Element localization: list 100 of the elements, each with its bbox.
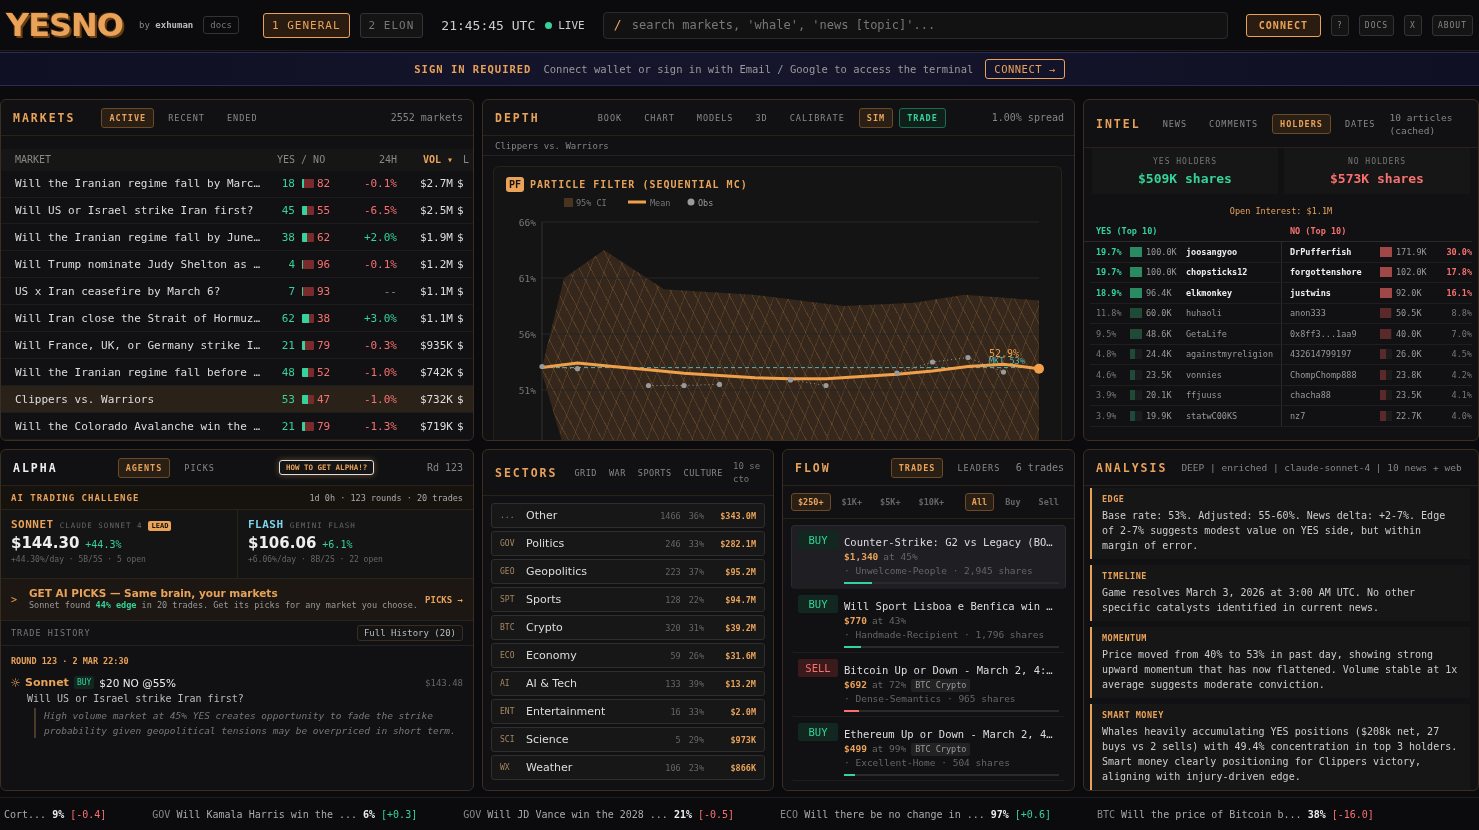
sector-row[interactable]: WX Weather 106 23% $866K [491,755,765,780]
sector-code: BTC [500,623,516,632]
market-row[interactable]: Clippers vs. Warriors 53 47 -1.0% $732K $ [1,386,473,414]
header-button[interactable]: X [1404,14,1422,36]
sector-share: 31% [688,622,704,633]
full-history-button[interactable]: Full History (20) [356,625,463,641]
ticker-price: 6% [363,808,376,820]
ticker-price: 38% [1307,808,1326,820]
sector-row[interactable]: ECO Economy 59 26% $31.6M [491,643,765,668]
column-header[interactable]: YES / NO [277,154,339,166]
market-name: Will the Iranian regime fall by Marc… [15,177,262,190]
holder-amount: 100.0K [1146,246,1178,257]
market-row[interactable]: Will the Iranian regime fall by Marc… 18 82 -0.1% $2.7M $ [1,170,473,198]
tab[interactable]: NEWS [1154,113,1196,134]
ticker-code: GOV [463,808,482,820]
ticker-market[interactable]: Will the price of Bitcoin b... [1121,808,1302,820]
holder-name: vonnies [1186,369,1223,380]
picks-link[interactable]: PICKS → [425,594,463,605]
sector-row[interactable]: GOV Politics 246 33% $282.1M [491,531,765,556]
tab[interactable]: PICKS [176,457,223,478]
trade-card[interactable]: BUY Ethereum Up or Down - March 2, 4… $499 at 99% BTC Crypto · Excellent-Home · 504 shares [791,717,1066,781]
market-name: Will the Iranian regime fall before … [15,365,262,379]
sector-row[interactable]: ENT Entertainment 16 33% $2.0M [491,699,765,724]
market-name: Clippers vs. Warriors [15,392,156,406]
market-row[interactable]: US x Iran ceasefire by March 6? 7 93 -- $1.1M $ [1,278,473,306]
trade-button[interactable]: TRADE [899,107,946,128]
tab[interactable]: 3D [747,107,776,128]
tab[interactable]: HOLDERS [1272,113,1331,134]
trade-card[interactable]: SELL Bitcoin Up or Down - March 2, 4:… $692 at 72% BTC Crypto · Dense-Semantics · 965 shares [791,653,1066,717]
sector-row[interactable]: BTC Crypto 320 31% $39.2M [491,615,765,640]
docs-link[interactable]: docs [203,16,239,34]
tab[interactable]: CULTURE [680,462,726,483]
holder-name: statwC00KS [1186,410,1239,421]
trade-card[interactable]: BUY Counter-Strike: G2 vs Legacy (BO… $1,340 at 45% · Unwelcome-People · 2,945 shares [791,525,1066,589]
header-button[interactable]: ? [1331,14,1349,36]
market-row[interactable]: Will France, UK, or Germany strike I… 21 79 -0.3% $935K $ [1,332,473,360]
header-button[interactable]: DOCS [1358,14,1395,36]
sector-row[interactable]: SPT Sports 128 22% $94.7M [491,587,765,612]
market-row[interactable]: Will the Iranian regime fall by June… 38 62 +2.0% $1.9M $ [1,224,473,252]
holder-share: 4.6% [1096,369,1118,380]
sector-row[interactable]: AI AI & Tech 133 39% $13.2M [491,671,765,696]
connect-button[interactable]: CONNECT → [985,59,1065,79]
no-price: 79 [317,419,332,433]
ticker-market[interactable]: Cort... [4,808,47,820]
sector-share: 22% [688,594,704,605]
column-header[interactable]: MARKET [15,154,277,166]
workspace-tab[interactable]: 2 ELON [359,12,424,38]
market-row[interactable]: Will Trump nominate Judy Shelton as … 4 96 -0.1% $1.2M $ [1,251,473,279]
header-button[interactable]: ABOUT [1431,14,1473,36]
tab[interactable]: LEADERS [949,457,1009,478]
connect-button[interactable]: CONNECT [1245,13,1321,37]
open-interest: Open Interest: $1.1M [1228,206,1334,216]
ticker-market[interactable]: Will there be no change in ... [804,808,985,820]
tab[interactable]: AGENTS [117,457,171,478]
sector-row[interactable]: ... Other 1466 36% $343.0M [491,503,765,528]
ticker-market[interactable]: Will Kamala Harris win the ... [176,808,357,820]
trade-title: Bitcoin Up or Down - March 2, 4:… [844,664,1053,676]
sector-row[interactable]: SCI Science 5 29% $973K [491,727,765,752]
market-row[interactable]: Will US or Israel strike Iran first? 45 55 -6.5% $2.5M $ [1,197,473,225]
observation-point [645,382,652,389]
tab[interactable]: CALIBRATE [781,107,853,128]
size-filter[interactable]: $250+ [791,493,831,511]
column-header[interactable]: L [457,154,473,166]
tab[interactable]: RECENT [160,107,213,128]
tab[interactable]: CHART [636,107,683,128]
holder-share: 4.0% [1450,410,1472,421]
ticker-market[interactable]: Will JD Vance win the 2028 ... [487,808,668,820]
trade-details: · Excellent-Home · 504 shares [844,756,1010,770]
yes-price: 62 [280,311,296,325]
yes-price: 45 [280,203,296,217]
sector-name: Other [526,509,559,522]
tab[interactable]: WAR [605,462,629,483]
holder-name: joosangyoo [1186,246,1239,257]
no-price: 62 [317,230,332,244]
table-cell-text: $ [457,338,465,352]
tab[interactable]: SIM [858,107,894,128]
tab[interactable]: COMMENTS [1201,113,1267,134]
side-filter[interactable]: All [964,493,995,511]
market-name: Will Trump nominate Judy Shelton as … [15,257,262,271]
tab[interactable]: ACTIVE [101,107,155,128]
sector-row[interactable]: GEO Geopolitics 223 37% $95.2M [491,559,765,584]
tab[interactable]: SPORTS [634,462,675,483]
tab[interactable]: MODELS [688,107,742,128]
tab[interactable]: BOOK [589,107,631,128]
section-heading: SMART MONEY [1102,710,1165,720]
column-header[interactable]: 24H [339,154,401,166]
workspace-tab[interactable]: 1 GENERAL [262,12,350,38]
market-row[interactable]: Will the Colorado Avalanche win the … 21 79 -1.3% $719K $ [1,413,473,440]
tab[interactable]: DATES [1336,113,1384,134]
ticker-change: [+0.6] [1014,808,1051,820]
side-badge: BUY [798,723,838,741]
tab[interactable]: GRID [571,462,600,483]
holder-amount: 23.5K [1146,369,1173,380]
trade-card[interactable]: BUY Will Sport Lisboa e Benfica win … $770 at 43% · Handmade-Recipient · 1,796 shares [791,589,1066,653]
column-header[interactable]: VOL ▾ [401,154,457,166]
tab[interactable]: ENDED [218,107,266,128]
market-row[interactable]: Will Iran close the Strait of Hormuz… 62 38 +3.0% $1.1M $ [1,305,473,333]
sector-count: 128 [665,594,681,605]
tab[interactable]: TRADES [890,457,944,478]
agent-name: Sonnet [25,676,69,689]
